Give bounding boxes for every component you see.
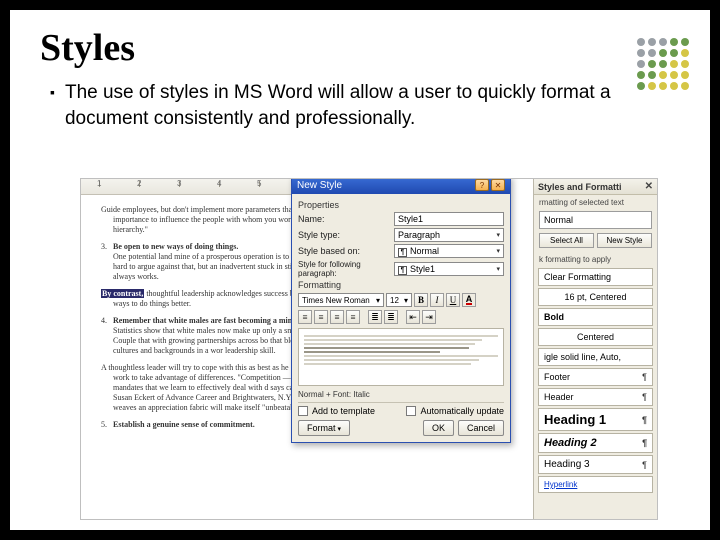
style-list-item[interactable]: 16 pt, Centered	[538, 288, 653, 306]
line-spacing-button[interactable]: ≣	[384, 310, 398, 324]
bullet-block: ▪ The use of styles in MS Word will allo…	[10, 76, 710, 131]
word-screenshot: 1234567 Guide employees, but don't imple…	[80, 178, 658, 520]
format-button[interactable]: Format	[298, 420, 350, 436]
cancel-button[interactable]: Cancel	[458, 420, 504, 436]
style-list: Clear Formatting 16 pt, Centered Bold Cente…	[538, 268, 653, 493]
add-template-label: Add to template	[312, 406, 375, 416]
indent-dec-button[interactable]: ⇤	[406, 310, 420, 324]
new-style-button[interactable]: New Style	[597, 233, 652, 248]
type-select[interactable]: Paragraph▾	[394, 228, 504, 242]
type-label: Style type:	[298, 230, 390, 240]
dialog-titlebar[interactable]: New Style ? ✕	[292, 178, 510, 194]
based-label: Style based on:	[298, 246, 390, 256]
select-all-button[interactable]: Select All	[539, 233, 594, 248]
based-select[interactable]: ¶Normal▾	[394, 244, 504, 258]
chevron-down-icon: ▾	[376, 296, 380, 305]
add-template-checkbox[interactable]	[298, 406, 308, 416]
close-icon[interactable]: ✕	[645, 181, 653, 192]
size-select[interactable]: 12▾	[386, 293, 412, 307]
align-justify-button[interactable]: ≡	[346, 310, 360, 324]
underline-button[interactable]: U	[446, 293, 460, 307]
taskpane-title: Styles and Formatti	[538, 182, 622, 192]
formatting-group: Formatting	[298, 280, 504, 290]
slide-title: Styles	[10, 10, 710, 76]
line-spacing-button[interactable]: ≣	[368, 310, 382, 324]
close-icon[interactable]: ✕	[491, 179, 505, 191]
style-list-item[interactable]: Clear Formatting	[538, 268, 653, 286]
styles-taskpane: Styles and Formatti ✕ rmatting of select…	[533, 179, 657, 519]
selected-formatting-box[interactable]: Normal	[539, 211, 652, 229]
indent-inc-button[interactable]: ⇥	[422, 310, 436, 324]
style-preview	[298, 328, 504, 386]
align-center-button[interactable]: ≡	[314, 310, 328, 324]
style-list-item[interactable]: Bold	[538, 308, 653, 326]
style-list-item[interactable]: Centered	[538, 328, 653, 346]
style-list-item[interactable]: Heading 2¶	[538, 433, 653, 453]
taskpane-sub1: rmatting of selected text	[534, 195, 657, 209]
style-list-item[interactable]: Heading 1¶	[538, 408, 653, 431]
new-style-dialog: New Style ? ✕ Properties Name: Style1 St…	[291, 178, 511, 443]
name-label: Name:	[298, 214, 390, 224]
style-list-item[interactable]: igle solid line, Auto,	[538, 348, 653, 366]
chevron-down-icon: ▾	[404, 296, 408, 305]
chevron-down-icon: ▾	[496, 247, 500, 255]
font-color-button[interactable]: A	[462, 293, 476, 307]
style-list-item[interactable]: Hyperlink	[538, 476, 653, 493]
style-list-item[interactable]: Footer¶	[538, 368, 653, 386]
align-right-button[interactable]: ≡	[330, 310, 344, 324]
align-left-button[interactable]: ≡	[298, 310, 312, 324]
chevron-down-icon: ▾	[496, 265, 500, 273]
style-list-item[interactable]: Header¶	[538, 388, 653, 406]
style-description: Normal + Font: Italic	[298, 390, 504, 399]
following-select[interactable]: ¶Style1▾	[394, 262, 504, 276]
auto-update-checkbox[interactable]	[406, 406, 416, 416]
auto-update-label: Automatically update	[420, 406, 504, 416]
ok-button[interactable]: OK	[423, 420, 454, 436]
corner-decoration	[637, 38, 690, 91]
properties-group: Properties	[298, 200, 504, 210]
style-list-item[interactable]: Heading 3¶	[538, 455, 653, 474]
dialog-title: New Style	[297, 180, 342, 191]
name-input[interactable]: Style1	[394, 212, 504, 226]
help-icon[interactable]: ?	[475, 179, 489, 191]
taskpane-sub2: k formatting to apply	[534, 252, 657, 266]
italic-button[interactable]: I	[430, 293, 444, 307]
following-label: Style for following paragraph:	[298, 260, 390, 278]
font-select[interactable]: Times New Roman▾	[298, 293, 384, 307]
bullet-text: The use of styles in MS Word will allow …	[65, 80, 660, 131]
chevron-down-icon: ▾	[496, 231, 500, 239]
slide: Styles ▪ The use of styles in MS Word wi…	[10, 10, 710, 530]
bold-button[interactable]: B	[414, 293, 428, 307]
taskpane-header[interactable]: Styles and Formatti ✕	[534, 179, 657, 195]
bullet-icon: ▪	[50, 80, 55, 104]
